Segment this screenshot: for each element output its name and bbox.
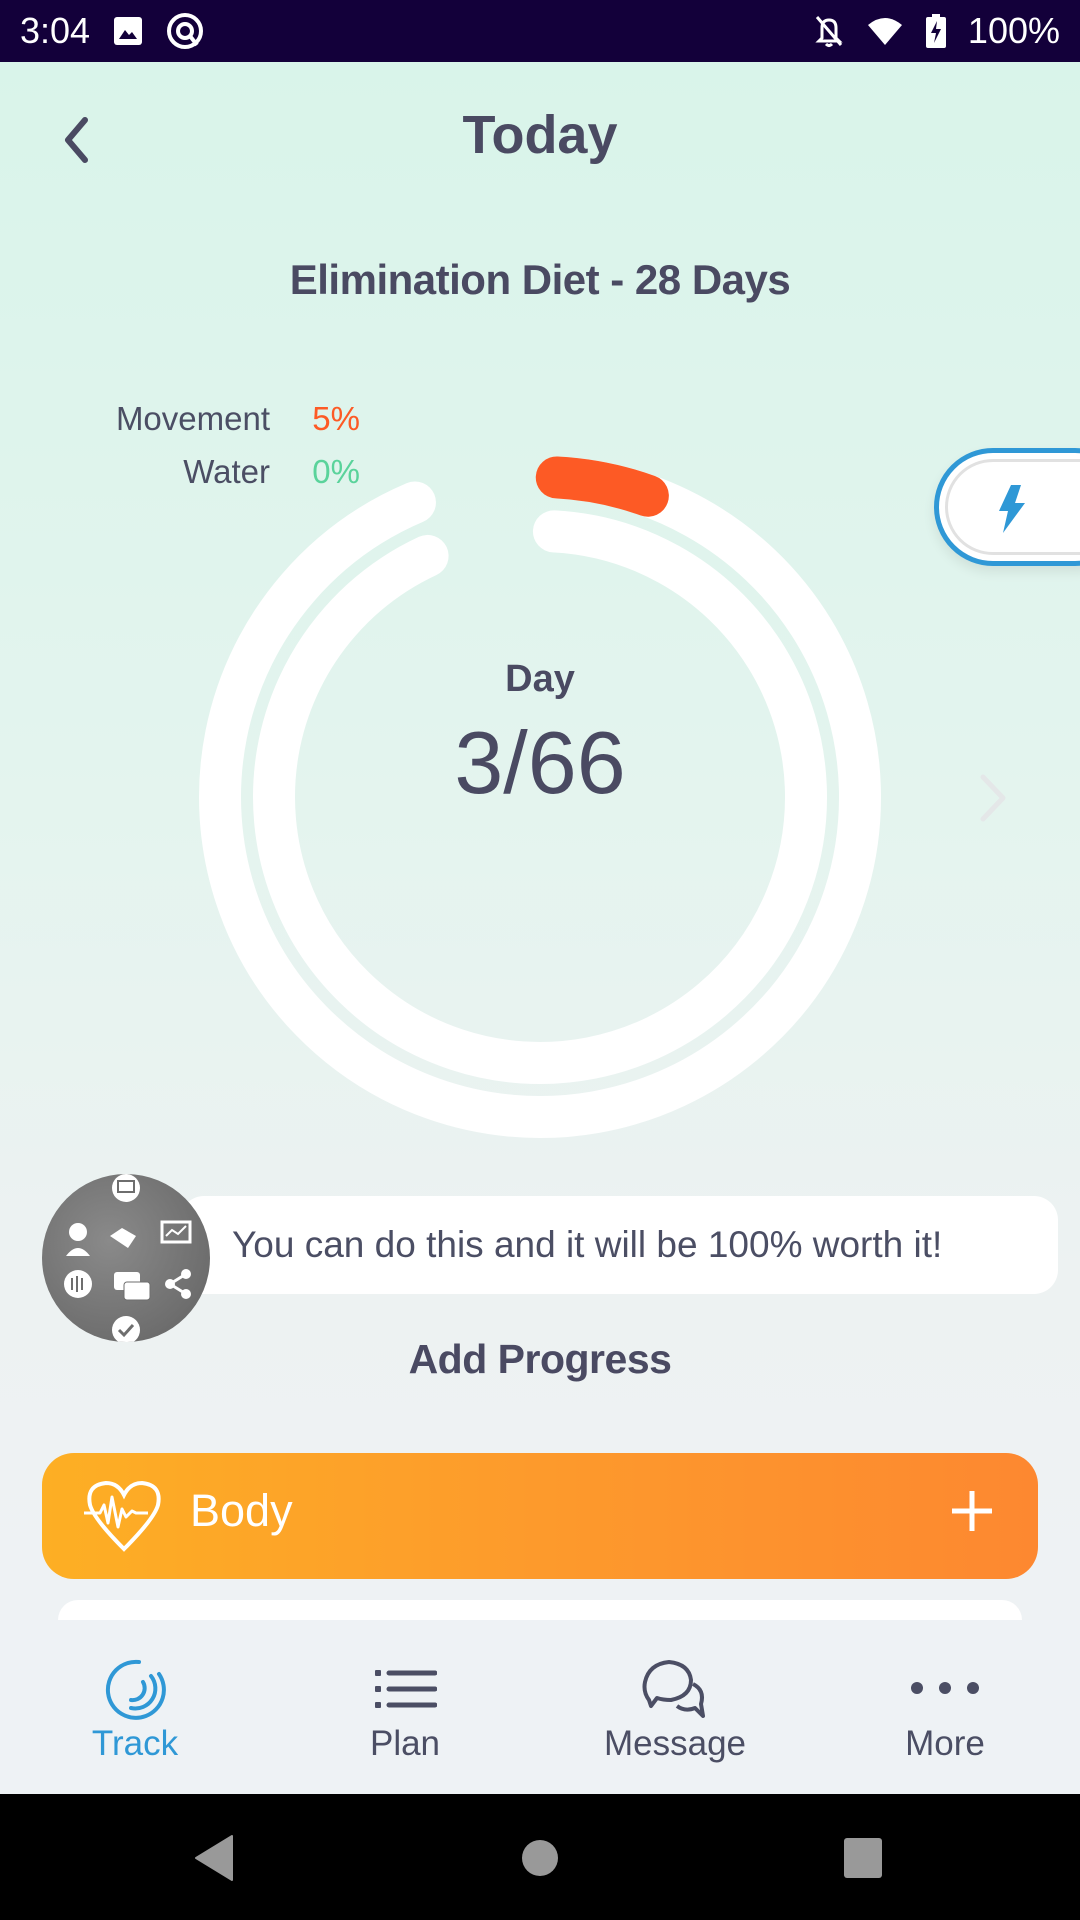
day-counter: 3/66 [454,713,626,812]
lightning-bolt-icon [999,485,1025,533]
water-value: 0% [312,453,360,490]
image-icon [114,17,143,45]
tab-plan-label: Plan [369,1724,441,1763]
notifications-off-icon [815,16,843,47]
chat-bubbles-icon [642,1660,705,1718]
track-rings-icon [105,1659,166,1720]
bottom-tab-bar: Track Plan Message More [0,1620,1080,1794]
movement-label: Movement [115,400,270,437]
at-sign-icon [167,13,204,49]
next-progress-card[interactable] [58,1600,1022,1620]
tab-plan[interactable]: Plan [270,1620,540,1794]
tab-message[interactable]: Message [540,1620,810,1794]
water-label: Water [183,453,270,490]
tab-more[interactable]: More [810,1620,1080,1794]
legend-water: Water 0% [70,453,360,491]
plus-icon [952,1491,992,1531]
add-body-progress-button[interactable]: Body [42,1453,1038,1579]
battery-percent: 100% [967,10,1060,51]
status-time: 3:04 [20,10,91,51]
list-icon [375,1670,437,1708]
quick-action-button[interactable] [934,448,1080,566]
coach-avatar[interactable] [42,1174,210,1342]
back-triangle-icon[interactable] [192,1834,236,1882]
battery-charging-icon [925,14,946,48]
tab-track[interactable]: Track [0,1620,270,1794]
status-right: 100% [814,10,1060,52]
home-circle-icon[interactable] [520,1834,560,1882]
more-dots-icon [911,1682,979,1694]
recents-square-icon[interactable] [842,1834,884,1882]
status-bar: 3:04 100% [0,0,1080,62]
tab-track-label: Track [91,1724,179,1763]
heart-pulse-icon [84,1480,161,1552]
system-nav-bar [0,1794,1080,1920]
coach-message: You can do this and it will be 100% wort… [232,1224,943,1265]
wifi-icon [867,18,902,45]
tab-more-label: More [905,1724,985,1763]
chevron-right-icon [980,774,1006,822]
add-progress-heading: Add Progress [408,1336,672,1382]
tab-message-label: Message [603,1724,747,1763]
today-screen: Today Elimination Diet - 28 Days Movemen… [0,62,1080,1794]
body-card-label: Body [190,1485,293,1536]
progress-rings [199,456,881,1138]
movement-ring-fill [535,456,669,517]
next-day-button[interactable] [978,772,1008,824]
legend-movement: Movement 5% [70,400,360,438]
coach-message-bubble: You can do this and it will be 100% wort… [180,1196,1058,1294]
status-left: 3:04 [20,10,204,52]
day-label: Day [505,658,575,700]
avatar-icons-collage [64,1174,192,1342]
movement-value: 5% [312,400,360,437]
